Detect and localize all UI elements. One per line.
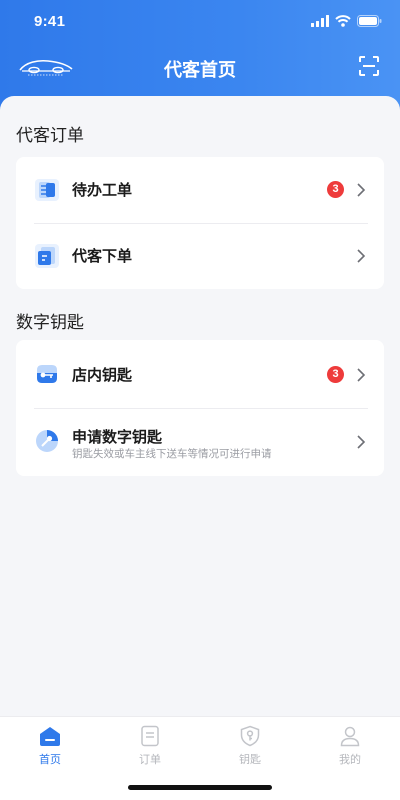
nav-bar: 代客首页 [0,46,400,90]
list-item-place-order[interactable]: 代客下单 [16,223,384,289]
key-icon [37,365,57,383]
row-label: 店内钥匙 [72,366,133,384]
place-order-icon [35,244,59,268]
tab-keys[interactable]: 钥匙 [220,725,280,767]
page-title: 代客首页 [164,60,236,81]
section-title-keys: 数字钥匙 [16,313,84,333]
tab-profile[interactable]: 我的 [320,725,380,767]
scan-icon[interactable] [358,55,380,77]
status-time: 9:41 [34,13,66,30]
list-item-pending-work-orders[interactable]: 待办工单 3 [16,157,384,223]
wifi-icon [335,15,351,27]
section-title-orders: 代客订单 [16,126,84,146]
row-label: 代客下单 [72,247,133,265]
tab-orders[interactable]: 订单 [120,725,180,767]
user-icon [340,726,360,747]
digital-key-icon [36,430,58,452]
row-label: 待办工单 [72,181,133,199]
order-list-icon [141,725,159,747]
count-badge: 3 [327,181,344,198]
key-shield-icon [240,725,260,747]
battery-icon [357,15,382,27]
main-content: 代客订单 待办工单 3 代客下单 数字钥匙 店内钥匙 3 申请数字钥匙 钥匙失效… [0,96,400,716]
orders-card: 待办工单 3 代客下单 [16,157,384,289]
home-icon [40,727,60,746]
count-badge: 3 [327,366,344,383]
row-subtitle: 钥匙失效或车主线下送车等情况可进行申请 [72,448,272,460]
home-indicator [128,785,272,790]
tab-home[interactable]: 首页 [20,725,80,767]
list-item-apply-digital-key[interactable]: 申请数字钥匙 钥匙失效或车主线下送车等情况可进行申请 [16,408,384,476]
chevron-right-icon [357,183,366,197]
tab-label: 我的 [339,753,361,766]
tab-label: 首页 [39,753,61,766]
row-label: 申请数字钥匙 [72,428,163,446]
status-bar: 9:41 [0,0,400,46]
chevron-right-icon [357,368,366,382]
chevron-right-icon [357,435,366,449]
status-icons [311,15,382,27]
list-item-in-store-keys[interactable]: 店内钥匙 3 [16,340,384,408]
keys-card: 店内钥匙 3 申请数字钥匙 钥匙失效或车主线下送车等情况可进行申请 [16,340,384,476]
signal-icon [311,15,329,27]
tab-label: 订单 [139,753,161,766]
tab-label: 钥匙 [239,753,261,766]
chevron-right-icon [357,249,366,263]
work-order-icon [35,179,59,201]
